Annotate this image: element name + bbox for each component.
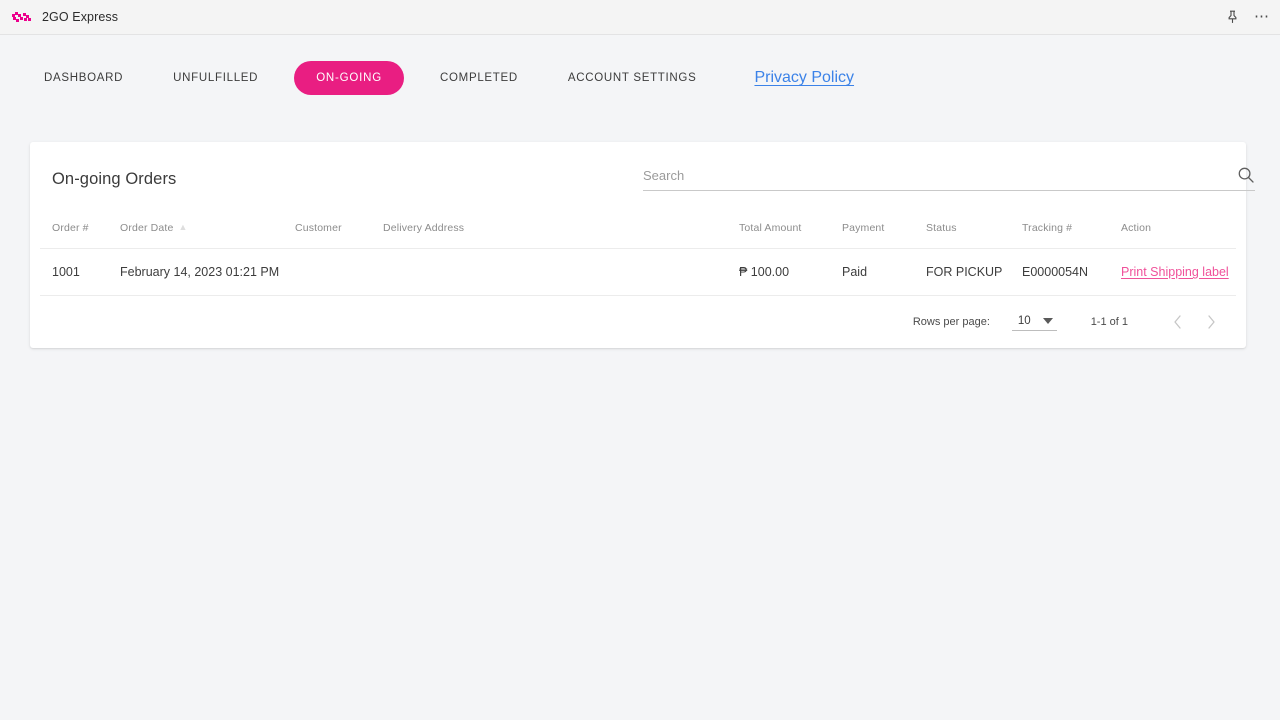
column-header-payment[interactable]: Payment: [842, 214, 926, 249]
column-header-tracking-no[interactable]: Tracking #: [1022, 214, 1121, 249]
cell-action: Print Shipping label: [1121, 248, 1236, 296]
cell-total-amount: ₱ 100.00: [739, 248, 842, 296]
pagination-range-label: 1-1 of 1: [1090, 316, 1128, 328]
orders-table: Order # Order Date ▲ Customer Delivery Ad…: [40, 214, 1236, 296]
previous-page-button[interactable]: [1160, 305, 1194, 339]
print-shipping-label-link[interactable]: Print Shipping label: [1121, 265, 1229, 279]
window-title-group: 2GO Express: [12, 10, 118, 24]
cell-status: FOR PICKUP: [926, 248, 1022, 296]
rows-per-page-value: 10: [1017, 315, 1031, 327]
orders-card: On-going Orders Order # Order Date ▲: [30, 142, 1255, 348]
cell-order-date: February 14, 2023 01:21 PM: [120, 248, 295, 296]
cell-payment: Paid: [842, 248, 926, 296]
card-header: On-going Orders: [30, 142, 1255, 214]
window-title-bar: 2GO Express ⋯: [0, 0, 1280, 35]
orders-table-head: Order # Order Date ▲ Customer Delivery Ad…: [40, 214, 1236, 249]
column-header-status[interactable]: Status: [926, 214, 1022, 249]
tab-on-going[interactable]: ON-GOING: [294, 61, 405, 95]
search-box[interactable]: [643, 166, 1255, 191]
rows-per-page-label: Rows per page:: [912, 316, 990, 328]
tab-unfulfilled[interactable]: UNFULFILLED: [159, 61, 272, 95]
search-icon[interactable]: [1237, 166, 1255, 184]
column-header-order-date[interactable]: Order Date ▲: [120, 214, 295, 249]
column-header-action[interactable]: Action: [1121, 214, 1236, 249]
table-header-row: Order # Order Date ▲ Customer Delivery Ad…: [40, 214, 1236, 249]
cell-tracking-no: E0000054N: [1022, 248, 1121, 296]
column-header-total-amount[interactable]: Total Amount: [739, 214, 842, 249]
more-options-icon[interactable]: ⋯: [1252, 7, 1272, 27]
2go-logo-icon: [12, 11, 32, 23]
next-page-button[interactable]: [1194, 305, 1228, 339]
pagination-bar: Rows per page: 10 1-1 of 1: [30, 296, 1246, 348]
cell-order-no: 1001: [40, 248, 120, 296]
cell-delivery-address: [383, 248, 739, 296]
sort-ascending-icon: ▲: [178, 222, 188, 232]
tab-account-settings[interactable]: ACCOUNT SETTINGS: [554, 61, 711, 95]
orders-table-wrapper: Order # Order Date ▲ Customer Delivery Ad…: [30, 214, 1246, 296]
column-header-order-no[interactable]: Order #: [40, 214, 120, 249]
pin-icon[interactable]: [1222, 7, 1242, 27]
column-header-delivery-address[interactable]: Delivery Address: [383, 214, 739, 249]
column-header-customer[interactable]: Customer: [295, 214, 383, 249]
orders-table-body: 1001 February 14, 2023 01:21 PM ₱ 100.00…: [40, 248, 1236, 296]
app-title: 2GO Express: [42, 10, 119, 24]
search-input[interactable]: [643, 167, 1237, 183]
cell-customer: [295, 248, 383, 296]
privacy-policy-link[interactable]: Privacy Policy: [754, 69, 854, 87]
column-header-order-date-label: Order Date: [120, 222, 174, 234]
chevron-down-icon: [1042, 318, 1053, 324]
window-controls: ⋯: [1222, 0, 1272, 34]
search-container: [643, 166, 1263, 191]
page-title: On-going Orders: [52, 170, 177, 188]
tab-completed[interactable]: COMPLETED: [426, 61, 532, 95]
table-row[interactable]: 1001 February 14, 2023 01:21 PM ₱ 100.00…: [40, 248, 1236, 296]
rows-per-page-select[interactable]: 10: [1011, 313, 1057, 331]
main-navigation: DASHBOARD UNFULFILLED ON-GOING COMPLETED…: [0, 35, 1280, 121]
tab-dashboard[interactable]: DASHBOARD: [30, 61, 137, 95]
